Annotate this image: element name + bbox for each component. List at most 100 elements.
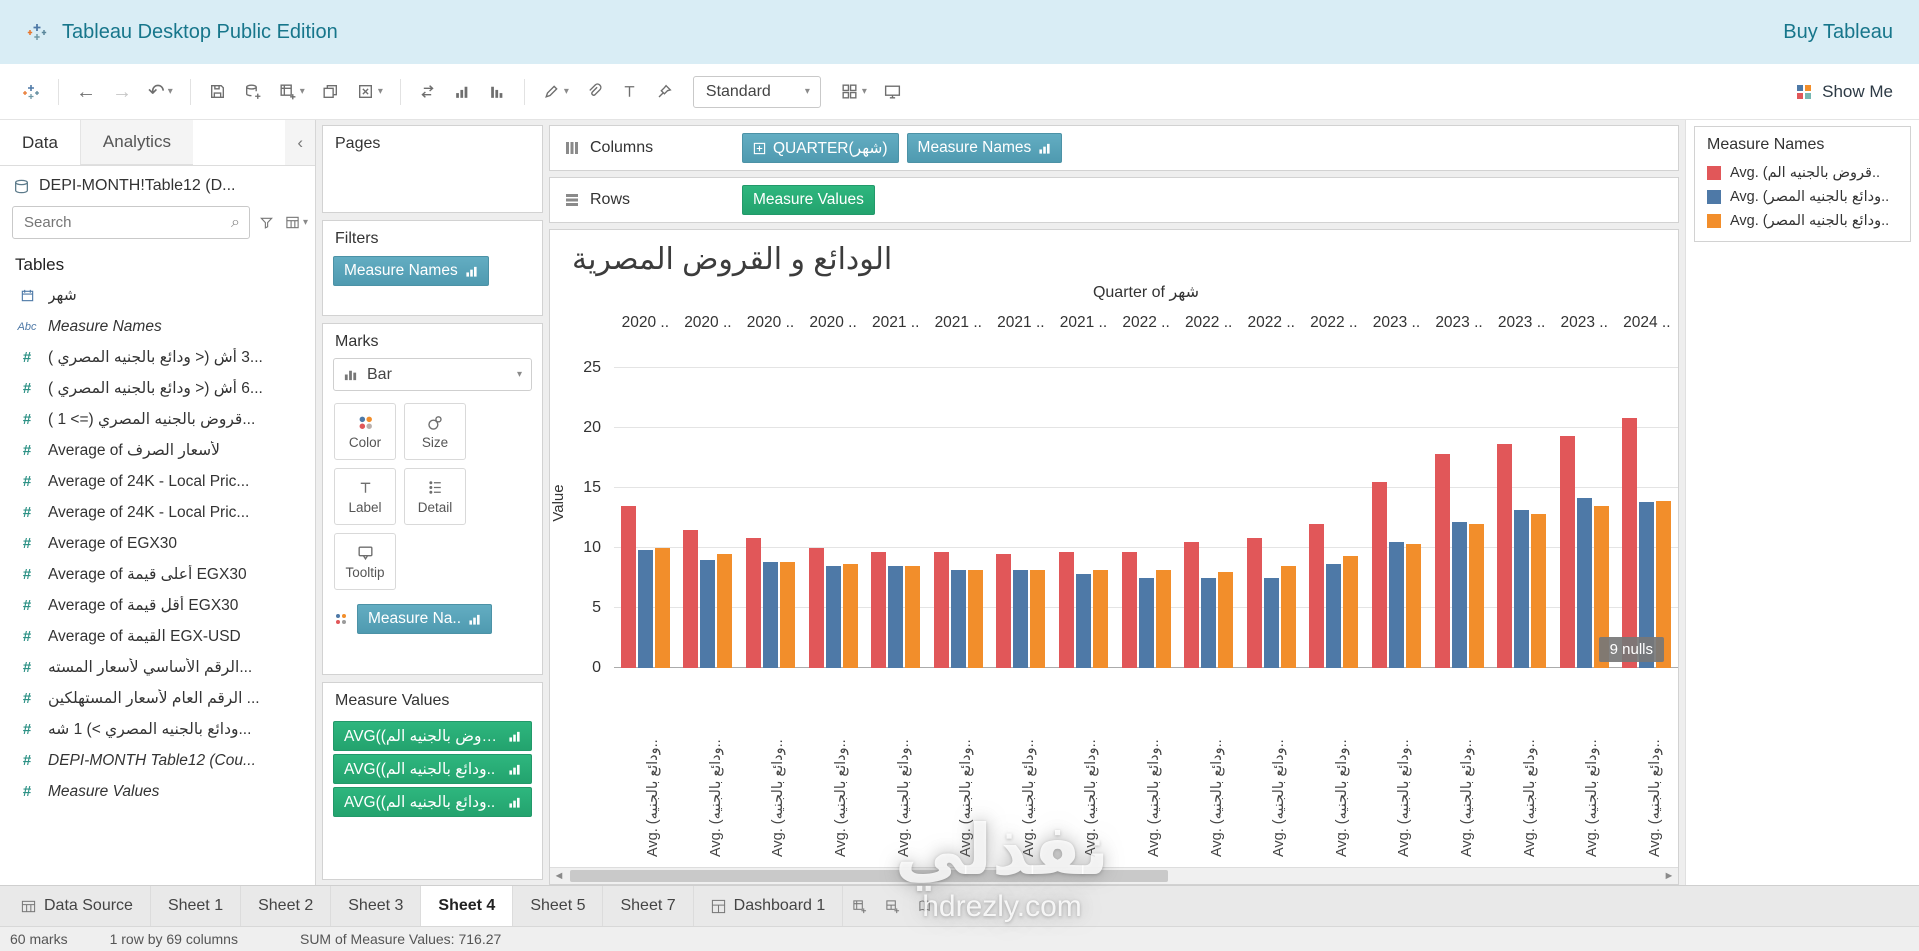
bar-mark[interactable] (1406, 544, 1421, 668)
save-icon[interactable] (201, 76, 234, 107)
bar-mark[interactable] (1013, 570, 1028, 668)
shelf-pill[interactable]: Measure Na.. (357, 604, 492, 634)
legend-item[interactable]: Avg. (ودائع بالجنيه المصر.. (1695, 185, 1910, 209)
new-worksheet-icon[interactable]: ▾ (271, 76, 312, 107)
legend-item[interactable]: Avg. (قروض بالجنيه الم.. (1695, 161, 1910, 185)
swap-axes-icon[interactable] (411, 76, 444, 107)
tab-dashboard-1[interactable]: Dashboard 1 (694, 886, 844, 926)
bar-mark[interactable] (1122, 552, 1137, 668)
pin-icon[interactable] (648, 76, 681, 107)
bar-mark[interactable] (996, 554, 1011, 668)
tab-data[interactable]: Data (0, 120, 80, 165)
buy-tableau-link[interactable]: Buy Tableau (1783, 21, 1893, 44)
field-item[interactable]: #Average of أقل قيمة EGX30 (0, 590, 315, 621)
bar-mark[interactable] (621, 506, 636, 668)
collapse-pane-icon[interactable]: ‹ (285, 120, 315, 165)
datasource-row[interactable]: DEPI-MONTH!Table12 (D... (0, 166, 315, 202)
bar-mark[interactable] (888, 566, 903, 668)
bar-mark[interactable] (1076, 574, 1091, 668)
mark-type-dropdown[interactable]: Bar ▾ (333, 358, 532, 391)
bar-mark[interactable] (809, 548, 824, 668)
show-me-button[interactable]: Show Me (1783, 76, 1905, 108)
marks-label-button[interactable]: Label (334, 468, 396, 525)
filter-fields-icon[interactable] (257, 213, 276, 232)
bar-mark[interactable] (1560, 436, 1575, 668)
shelf-pill[interactable]: Measure Values (742, 185, 875, 215)
bar-mark[interactable] (1156, 570, 1171, 668)
bar-mark[interactable] (1577, 498, 1592, 668)
field-item[interactable]: #الرقم الأساسي لأسعار المسته... (0, 652, 315, 683)
new-worksheet-button[interactable] (843, 886, 876, 926)
bar-mark[interactable] (843, 564, 858, 668)
bar-mark[interactable] (951, 570, 966, 668)
bar-mark[interactable] (763, 562, 778, 668)
field-item[interactable]: #Average of القيمة EGX-USD (0, 621, 315, 652)
field-item[interactable]: #Average of أعلى قيمة EGX30 (0, 559, 315, 590)
new-story-button[interactable] (909, 886, 942, 926)
scroll-left-icon[interactable]: ◄ (550, 868, 568, 884)
highlight-icon[interactable]: ▾ (535, 76, 576, 107)
clear-sheet-icon[interactable]: ▾ (349, 76, 390, 107)
field-item[interactable]: #ودائع بالجنيه المصري >) 1 شه... (0, 714, 315, 745)
text-label-icon[interactable] (613, 76, 646, 107)
marks-detail-button[interactable]: Detail (404, 468, 466, 525)
rows-shelf[interactable]: Rows Measure Values (549, 177, 1679, 223)
bar-mark[interactable] (1309, 524, 1324, 668)
marks-size-button[interactable]: Size (404, 403, 466, 460)
bar-mark[interactable] (1435, 454, 1450, 668)
add-data-icon[interactable] (236, 76, 269, 107)
bar-mark[interactable] (1264, 578, 1279, 668)
field-item[interactable]: #DEPI-MONTH Table12 (Cou... (0, 745, 315, 776)
bar-mark[interactable] (1139, 578, 1154, 668)
presentation-icon[interactable] (876, 76, 909, 107)
search-input[interactable] (22, 213, 225, 232)
shelf-pill[interactable]: Measure Names (333, 256, 489, 286)
field-item[interactable]: #( قروض بالجنيه المصري (=> 1... (0, 404, 315, 435)
field-item[interactable]: شهر (0, 280, 315, 311)
field-item[interactable]: #Measure Values (0, 776, 315, 807)
bar-mark[interactable] (1218, 572, 1233, 668)
tab-sheet-2[interactable]: Sheet 2 (241, 886, 331, 926)
bar-mark[interactable] (1343, 556, 1358, 668)
scroll-right-icon[interactable]: ► (1660, 868, 1678, 884)
horizontal-scrollbar[interactable]: ◄ ► (550, 867, 1678, 884)
bar-mark[interactable] (871, 552, 886, 668)
bar-mark[interactable] (638, 550, 653, 668)
bar-mark[interactable] (1326, 564, 1341, 668)
tab-data-source[interactable]: Data Source (4, 886, 151, 926)
field-item[interactable]: #( ودائع بالجنيه المصري >) 6 أش... (0, 373, 315, 404)
bar-mark[interactable] (826, 566, 841, 668)
field-item[interactable]: #Average of 24K - Local Pric... (0, 497, 315, 528)
bar-mark[interactable] (683, 530, 698, 668)
bar-mark[interactable] (968, 570, 983, 668)
bar-mark[interactable] (1184, 542, 1199, 668)
bar-mark[interactable] (1389, 542, 1404, 668)
forward-icon[interactable]: → (105, 77, 139, 107)
field-item[interactable]: #Average of EGX30 (0, 528, 315, 559)
field-item[interactable]: #Average of 24K - Local Pric... (0, 466, 315, 497)
grid-view-icon[interactable]: ▾ (833, 76, 874, 107)
bar-mark[interactable] (1030, 570, 1045, 668)
search-box[interactable]: ⌕ (12, 206, 250, 239)
bar-mark[interactable] (1497, 444, 1512, 668)
tab-sheet-7[interactable]: Sheet 7 (603, 886, 693, 926)
bar-mark[interactable] (934, 552, 949, 668)
paperclip-icon[interactable] (578, 76, 611, 107)
bar-mark[interactable] (1247, 538, 1262, 668)
sort-ascending-icon[interactable] (446, 76, 479, 107)
shelf-pill[interactable]: AVG((ودائع بالجنيه الم.. (333, 787, 532, 817)
shelf-pill[interactable]: AVG((ودائع بالجنيه الم.. (333, 754, 532, 784)
tab-sheet-4[interactable]: Sheet 4 (421, 886, 513, 926)
bar-mark[interactable] (1093, 570, 1108, 668)
shelf-pill[interactable]: QUARTER(شهر) (742, 133, 899, 163)
bar-mark[interactable] (1059, 552, 1074, 668)
bar-mark[interactable] (1469, 524, 1484, 668)
field-item[interactable]: AbcMeasure Names (0, 311, 315, 342)
marks-tooltip-button[interactable]: Tooltip (334, 533, 396, 590)
bar-mark[interactable] (746, 538, 761, 668)
bar-mark[interactable] (1201, 578, 1216, 668)
nulls-indicator[interactable]: 9 nulls (1599, 637, 1664, 662)
bar-mark[interactable] (700, 560, 715, 668)
field-item[interactable]: #Average of لأسعار الصرف (0, 435, 315, 466)
bar-mark[interactable] (1514, 510, 1529, 668)
